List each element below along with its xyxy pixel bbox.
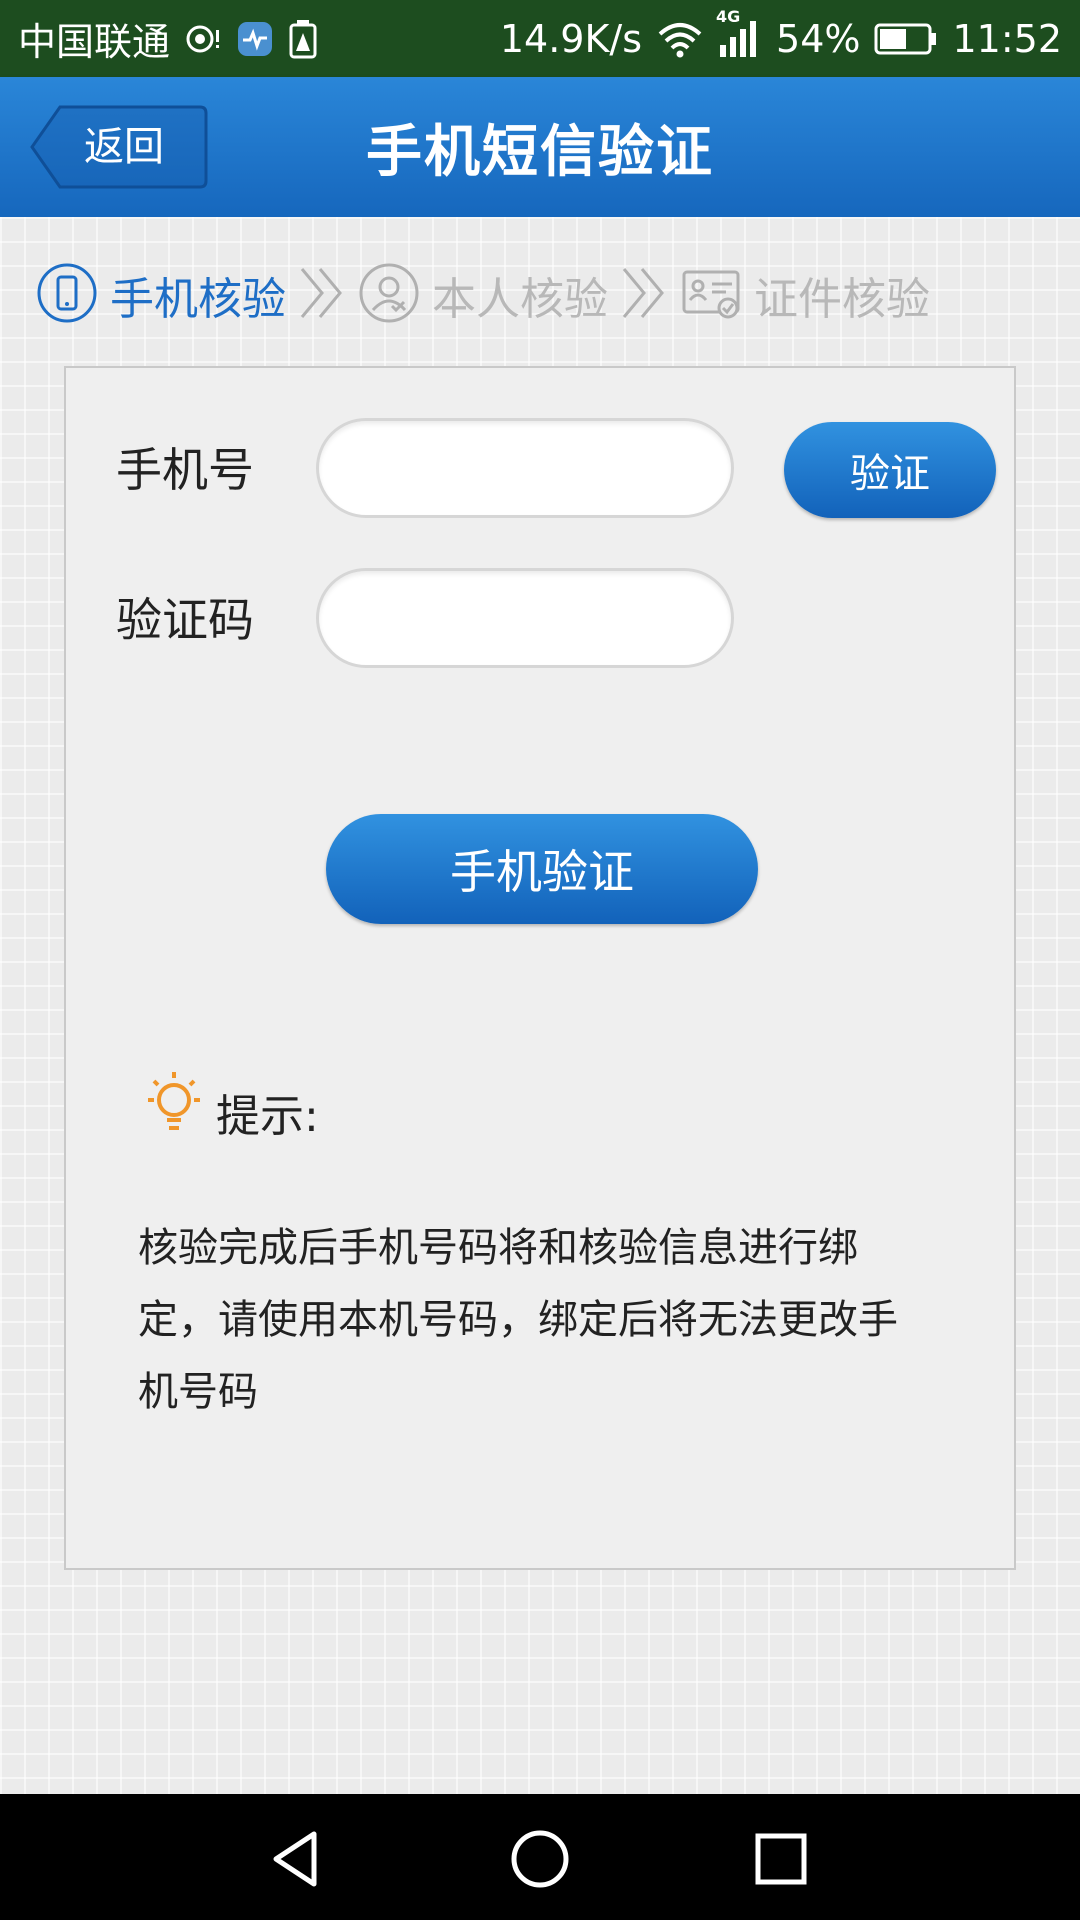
recents-square-icon[interactable] xyxy=(746,1824,816,1894)
lightbulb-icon xyxy=(138,1068,210,1144)
signal-icon: 4G xyxy=(716,7,762,59)
back-triangle-icon[interactable] xyxy=(262,1824,332,1894)
back-button[interactable]: 返回 xyxy=(30,105,208,189)
system-nav-bar xyxy=(0,1794,1080,1920)
person-icon xyxy=(358,262,420,328)
phone-verify-button[interactable]: 手机验证 xyxy=(326,814,758,924)
step-label: 手机核验 xyxy=(110,274,286,325)
verification-card: 手机号 验证 验证码 手机验证 提示: 核验完成后手机号码将和核验信息进行绑定，… xyxy=(64,366,1016,1570)
step-label: 本人核验 xyxy=(432,274,608,325)
phone-icon xyxy=(36,262,98,328)
id-card-icon xyxy=(680,262,742,328)
hotspot-icon xyxy=(184,20,222,58)
network-type: 4G xyxy=(716,6,741,26)
phone-input[interactable] xyxy=(316,418,734,518)
chevron-double-right-icon xyxy=(296,263,348,327)
network-speed: 14.9K/s xyxy=(499,16,643,61)
step-phone-verify: 手机核验 xyxy=(36,262,286,328)
verification-steps: 手机核验 本人核验 证件核验 xyxy=(36,262,930,328)
phone-label: 手机号 xyxy=(116,443,254,497)
carrier-name: 中国联通 xyxy=(18,20,171,64)
page-title: 手机短信验证 xyxy=(366,119,714,185)
code-input[interactable] xyxy=(316,568,734,668)
clock: 11:52 xyxy=(952,16,1062,61)
chevron-double-right-icon xyxy=(618,263,670,327)
health-app-icon xyxy=(236,20,274,58)
verify-button[interactable]: 验证 xyxy=(784,422,996,518)
home-circle-icon[interactable] xyxy=(505,1824,575,1894)
status-bar: 中国联通 14.9K/s 4G 54% 11:52 xyxy=(0,0,1080,77)
hint-title: 提示: xyxy=(216,1091,319,1142)
battery-saver-icon xyxy=(288,19,318,59)
back-label: 返回 xyxy=(84,124,164,170)
step-id-verify: 证件核验 xyxy=(680,262,930,328)
step-person-verify: 本人核验 xyxy=(358,262,608,328)
battery-icon xyxy=(874,22,938,56)
hint-body: 核验完成后手机号码将和核验信息进行绑定，请使用本机号码，绑定后将无法更改手机号码 xyxy=(138,1225,898,1415)
battery-percent: 54% xyxy=(776,16,861,61)
app-header: 返回 手机短信验证 xyxy=(0,77,1080,217)
wifi-icon xyxy=(656,20,704,58)
step-label: 证件核验 xyxy=(754,274,930,325)
code-label: 验证码 xyxy=(116,593,254,647)
